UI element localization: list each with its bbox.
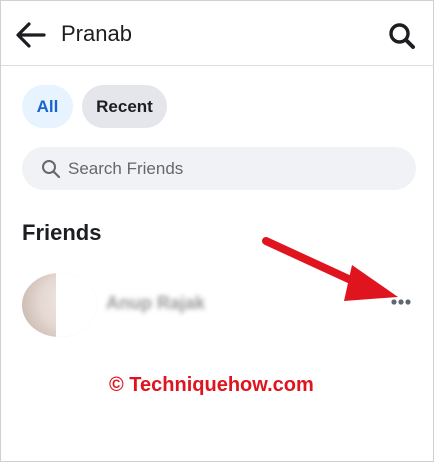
app-frame: Pranab All Recent Friends Anup Rajak [0,0,434,462]
friend-name: Anup Rajak [106,293,206,313]
red-arrow-annotation [262,237,398,301]
search-icon [389,23,415,49]
search-icon [42,160,61,179]
search-input[interactable] [68,147,398,190]
filter-chip-label: All [36,96,59,116]
avatar[interactable] [22,273,97,337]
filter-chip-label: Recent [96,96,153,116]
search-button[interactable] [387,21,417,51]
section-title: Friends [22,220,102,245]
top-bar: Pranab [1,1,434,66]
filter-chip-recent[interactable]: Recent [82,85,167,128]
search-friends-field[interactable] [22,147,416,190]
filter-chip-all[interactable]: All [22,85,73,128]
watermark: © Techniquehow.com [109,374,314,396]
page-title: Pranab [61,21,132,46]
back-button[interactable] [15,21,47,49]
avatar-mask [56,273,97,337]
arrow-left-icon [16,22,46,48]
